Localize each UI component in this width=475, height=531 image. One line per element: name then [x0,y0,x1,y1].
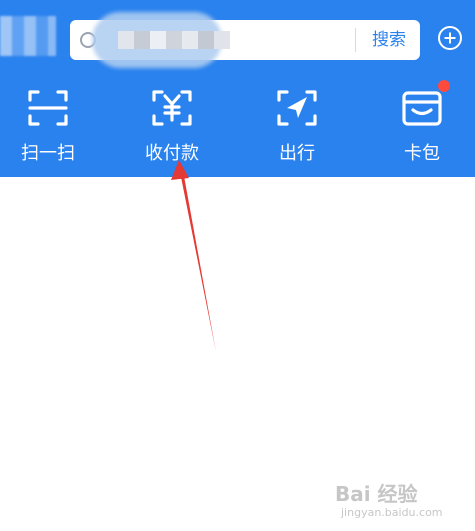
payment-label: 收付款 [145,143,199,164]
travel-label: 出行 [279,143,315,164]
watermark: Bai 经验 jingyan.baidu.com [335,478,467,526]
avatar[interactable] [0,16,56,56]
search-text-mosaic [118,31,230,49]
scan-label: 扫一扫 [21,143,75,164]
quick-actions: 扫一扫 收付款 出行 卡包 [0,84,475,174]
search-bar[interactable]: 搜索 [70,12,420,68]
search-button[interactable]: 搜索 [362,20,416,60]
card-wallet-button[interactable]: 卡包 [374,84,470,174]
card-wallet-label: 卡包 [404,143,440,164]
payment-button[interactable]: 收付款 [124,84,220,174]
search-divider [355,28,356,52]
travel-arrow-icon [277,90,317,126]
scan-icon [28,90,68,126]
watermark-url: jingyan.baidu.com [341,506,443,519]
plus-circle-icon[interactable] [438,26,462,50]
scan-button[interactable]: 扫一扫 [0,84,96,174]
travel-button[interactable]: 出行 [249,84,345,174]
notification-badge [438,80,450,92]
card-wallet-icon [402,91,442,126]
payment-yuan-icon [152,90,192,126]
top-header-bar: 搜索 扫一扫 收付款 出行 卡包 [0,0,475,177]
watermark-logo: Bai 经验 [335,482,418,506]
